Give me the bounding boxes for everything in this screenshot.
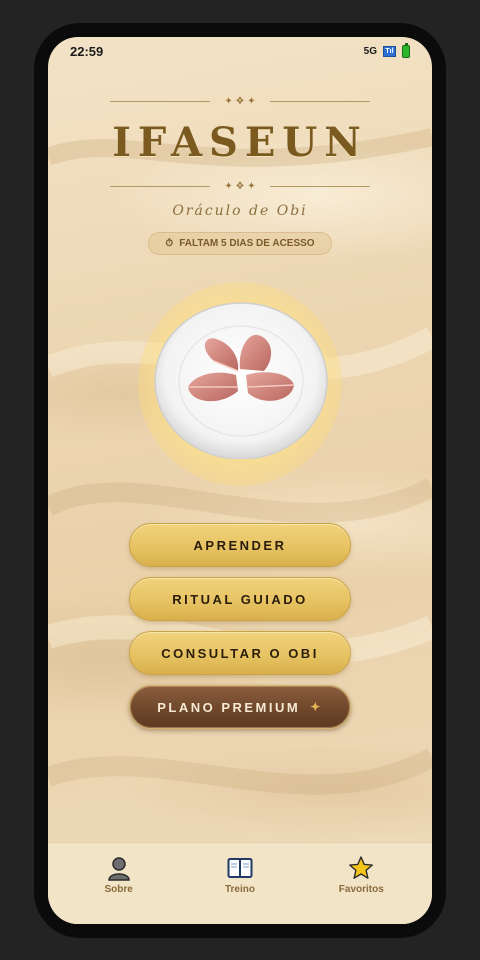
divider-line [110,185,211,187]
status-time: 22:59 [70,43,104,59]
guided-ritual-button-label: RITUAL GUIADO [172,591,308,607]
learn-button-label: APRENDER [193,537,287,553]
network-type: 5G [363,45,377,57]
sparkle-icon: ✦ [310,700,323,714]
nav-label-about: Sobre [104,884,133,895]
star-icon [349,856,374,879]
premium-plan-button[interactable]: PLANO PREMIUM ✦ [129,685,351,729]
timer-icon: ⏱ [165,238,174,249]
battery-icon [402,42,410,58]
access-badge-text: FALTAM 5 DIAS DE ACESSO [179,238,315,249]
app-title: IFASEUN [112,119,368,166]
ornament-icon: ✦ ❖ ✦ [224,95,256,107]
status-bar: 22:59 5G Tıl [48,37,432,65]
nav-item-training[interactable]: Treino [195,843,285,924]
nav-label-favorites: Favoritos [338,884,384,895]
divider-line [110,100,211,102]
divider-line [269,185,370,187]
nav-item-favorites[interactable]: Favoritos [316,843,406,924]
signal-icon: Tıl [383,45,396,57]
divider-line [269,100,370,102]
premium-plan-button-label: PLANO PREMIUM [157,699,301,715]
book-icon [227,858,253,878]
status-icons: 5G Tıl [363,42,410,58]
nav-item-about[interactable]: Sobre [74,843,164,924]
ornament-icon: ✦ ❖ ✦ [224,180,256,192]
consult-obi-button-label: CONSULTAR O OBI [161,645,319,661]
nav-label-training: Treino [224,884,255,895]
app-screen: 22:59 5G Tıl ✦ ❖ ✦ IFASEUN ✦ ❖ ✦ Oráculo… [48,37,432,924]
app-subtitle: Oráculo de Obi [172,203,308,219]
guided-ritual-button[interactable]: RITUAL GUIADO [129,577,351,621]
learn-button[interactable]: APRENDER [129,523,351,567]
ornament-divider-top: ✦ ❖ ✦ [110,95,370,107]
person-icon [107,857,130,881]
bottom-nav: Sobre Treino Favoritos [48,842,432,924]
access-badge: ⏱ FALTAM 5 DIAS DE ACESSO [148,232,332,255]
consult-obi-button[interactable]: CONSULTAR O OBI [129,631,351,675]
ornament-divider-bottom: ✦ ❖ ✦ [110,180,370,192]
obi-plate-image [154,302,328,459]
